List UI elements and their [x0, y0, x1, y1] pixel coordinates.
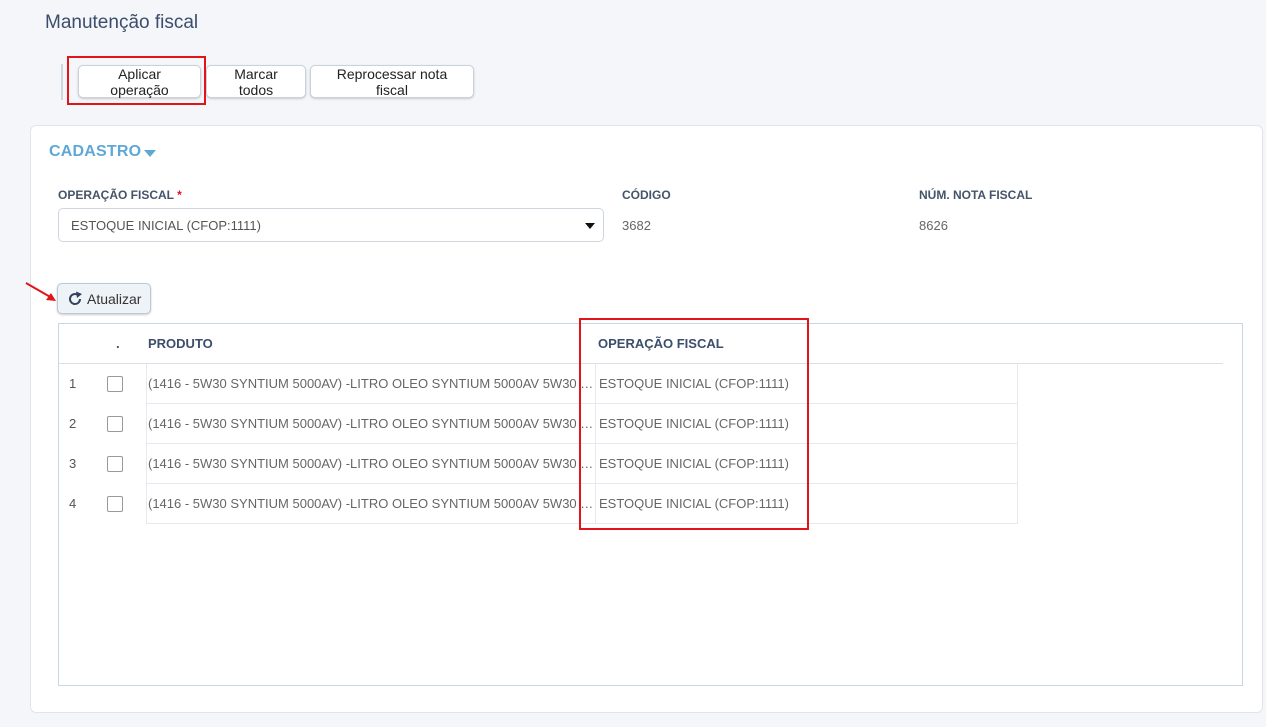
fiscal-operation-cell: ESTOQUE INICIAL (CFOP:1111) [599, 376, 789, 391]
annotation-arrow-icon [25, 282, 56, 301]
apply-operation-button[interactable]: Aplicar operação [78, 65, 201, 98]
caret-down-icon[interactable] [144, 150, 156, 157]
grid-header-select: . [116, 336, 120, 351]
fiscal-operation-select-value: ESTOQUE INICIAL (CFOP:1111) [71, 218, 261, 233]
code-value: 3682 [622, 218, 651, 233]
refresh-button[interactable]: Atualizar [57, 283, 151, 314]
cell-divider [595, 404, 596, 443]
invoice-number-label: NÚM. NOTA FISCAL [919, 188, 1033, 202]
fiscal-operation-cell: ESTOQUE INICIAL (CFOP:1111) [599, 496, 789, 511]
refresh-icon [69, 291, 82, 305]
code-label: CÓDIGO [622, 188, 671, 202]
product-cell: (1416 - 5W30 SYNTIUM 5000AV) -LITRO OLEO… [148, 376, 594, 391]
dropdown-arrow-icon [585, 223, 595, 229]
mark-all-button[interactable]: Marcar todos [206, 65, 306, 98]
product-cell: (1416 - 5W30 SYNTIUM 5000AV) -LITRO OLEO… [148, 416, 594, 431]
invoice-number-value: 8626 [919, 218, 948, 233]
page-title: Manutenção fiscal [45, 12, 199, 33]
product-cell: (1416 - 5W30 SYNTIUM 5000AV) -LITRO OLEO… [148, 496, 594, 511]
fiscal-operation-label-text: OPERAÇÃO FISCAL [58, 188, 174, 202]
grid-header-fiscal-operation[interactable]: OPERAÇÃO FISCAL [598, 336, 724, 351]
cell-divider [595, 444, 596, 483]
row-number: 3 [69, 456, 77, 471]
cell-divider [595, 364, 596, 403]
row-cells: (1416 - 5W30 SYNTIUM 5000AV) -LITRO OLEO… [146, 444, 1018, 484]
row-cells: (1416 - 5W30 SYNTIUM 5000AV) -LITRO OLEO… [146, 404, 1018, 444]
row-cells: (1416 - 5W30 SYNTIUM 5000AV) -LITRO OLEO… [146, 484, 1018, 524]
product-cell: (1416 - 5W30 SYNTIUM 5000AV) -LITRO OLEO… [148, 456, 594, 471]
cell-divider [595, 484, 596, 523]
fiscal-operation-label: OPERAÇÃO FISCAL * [58, 188, 182, 202]
fiscal-operation-select[interactable]: ESTOQUE INICIAL (CFOP:1111) [58, 208, 604, 242]
toolbar-divider [61, 64, 63, 100]
row-checkbox[interactable] [107, 416, 123, 432]
row-number: 4 [69, 496, 77, 511]
row-number: 2 [69, 416, 77, 431]
refresh-label: Atualizar [87, 291, 142, 307]
row-number: 1 [69, 376, 77, 391]
section-title[interactable]: CADASTRO [49, 143, 141, 161]
row-checkbox[interactable] [107, 376, 123, 392]
fiscal-operation-cell: ESTOQUE INICIAL (CFOP:1111) [599, 456, 789, 471]
row-checkbox[interactable] [107, 456, 123, 472]
row-cells: (1416 - 5W30 SYNTIUM 5000AV) -LITRO OLEO… [146, 364, 1018, 404]
grid-header-product[interactable]: PRODUTO [148, 336, 213, 351]
required-mark: * [177, 188, 182, 202]
row-checkbox[interactable] [107, 496, 123, 512]
reprocess-invoice-button[interactable]: Reprocessar nota fiscal [310, 65, 474, 98]
fiscal-operation-cell: ESTOQUE INICIAL (CFOP:1111) [599, 416, 789, 431]
